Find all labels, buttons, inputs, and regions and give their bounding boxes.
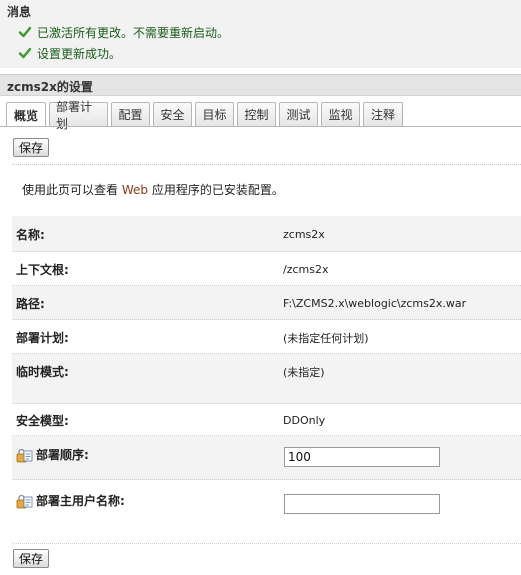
message-text: 已激活所有更改。不需要重新启动。 xyxy=(37,25,230,40)
staging-mode-label: 临时模式: xyxy=(16,365,69,379)
deployment-principal-label: 部署主用户名称: xyxy=(16,492,125,509)
tab-notes[interactable]: 注释 xyxy=(363,102,403,126)
page-description: 使用此页可以查看 Web 应用程序的已安装配置。 xyxy=(22,181,284,198)
check-icon xyxy=(18,26,32,38)
property-row-path: 路径: F:\ZCMS2.x\weblogic\zcms2x.war xyxy=(12,286,521,320)
settings-title: zcms2x的设置 xyxy=(7,80,93,94)
lock-edit-icon xyxy=(16,494,33,509)
name-value: zcms2x xyxy=(283,228,325,241)
deployment-plan-value: (未指定任何计划) xyxy=(283,332,369,345)
tab-overview[interactable]: 概览 xyxy=(6,102,46,127)
intro-text-end: 应用程序的已安装配置。 xyxy=(148,183,284,197)
property-row-name: 名称: zcms2x xyxy=(12,216,521,252)
tab-divider xyxy=(0,126,521,127)
security-model-label: 安全模型: xyxy=(16,414,69,428)
save-button-top[interactable]: 保存 xyxy=(13,138,50,157)
deployment-principal-input[interactable] xyxy=(284,494,440,514)
deployment-order-input[interactable] xyxy=(284,447,440,467)
divider xyxy=(12,164,521,165)
message-text: 设置更新成功。 xyxy=(37,46,122,61)
property-row-staging-mode: 临时模式: (未指定) xyxy=(12,354,521,404)
message-item: 已激活所有更改。不需要重新启动。 xyxy=(18,24,229,40)
path-label: 路径: xyxy=(16,297,45,311)
tab-configuration[interactable]: 配置 xyxy=(111,102,150,126)
staging-mode-value: (未指定) xyxy=(283,366,325,379)
messages-panel: 消息 已激活所有更改。不需要重新启动。 设置更新成功。 xyxy=(0,0,521,68)
property-row-context-root: 上下文根: /zcms2x xyxy=(12,252,521,286)
tab-monitoring[interactable]: 监视 xyxy=(321,102,360,126)
security-model-value: DDOnly xyxy=(283,414,326,427)
property-row-deployment-plan: 部署计划: (未指定任何计划) xyxy=(12,320,521,354)
save-button-bottom[interactable]: 保存 xyxy=(13,549,50,568)
deployment-order-label: 部署顺序: xyxy=(16,446,89,463)
context-root-value: /zcms2x xyxy=(283,263,329,276)
tab-testing[interactable]: 测试 xyxy=(279,102,318,126)
message-item: 设置更新成功。 xyxy=(18,45,121,61)
name-label: 名称: xyxy=(16,228,45,242)
property-row-deployment-order: 部署顺序: xyxy=(12,436,521,480)
intro-text-start: 使用此页可以查看 xyxy=(22,183,122,197)
deployment-order-label-text: 部署顺序: xyxy=(36,448,89,462)
context-root-label: 上下文根: xyxy=(16,263,69,277)
settings-header: zcms2x的设置 xyxy=(0,74,521,96)
tab-targets[interactable]: 目标 xyxy=(195,102,234,126)
tab-bar: 概览 部署计划 配置 安全 目标 控制 测试 监视 注释 xyxy=(6,100,406,131)
lock-edit-icon xyxy=(16,448,33,463)
path-value: F:\ZCMS2.x\weblogic\zcms2x.war xyxy=(283,297,467,310)
check-icon xyxy=(18,47,32,59)
property-row-deployment-principal: 部署主用户名称: xyxy=(12,480,521,544)
tab-security[interactable]: 安全 xyxy=(153,102,192,126)
deployment-principal-label-text: 部署主用户名称: xyxy=(36,494,125,508)
property-row-security-model: 安全模型: DDOnly xyxy=(12,404,521,436)
tab-deployment-plan[interactable]: 部署计划 xyxy=(49,100,108,131)
messages-title: 消息 xyxy=(7,5,32,19)
intro-highlight: Web xyxy=(121,183,148,197)
deployment-plan-label: 部署计划: xyxy=(16,331,69,345)
tab-control[interactable]: 控制 xyxy=(237,102,276,126)
